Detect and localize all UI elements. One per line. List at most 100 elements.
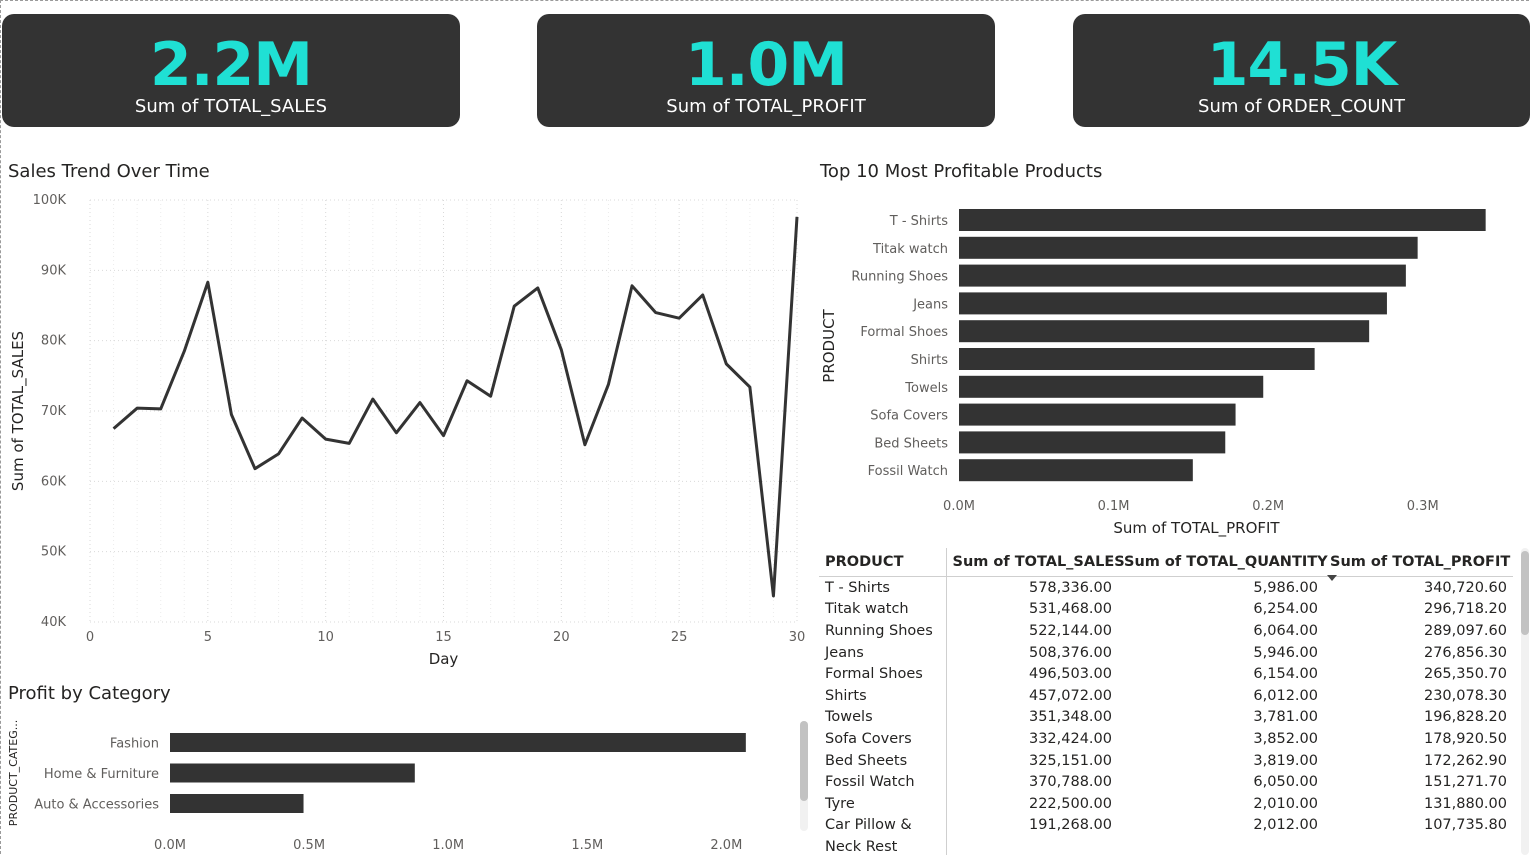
table-row[interactable]: Jeans 508,376.00 5,946.00 276,856.30 — [819, 641, 1513, 664]
column-header-total-quantity[interactable]: Sum of TOTAL_QUANTITY — [1118, 548, 1328, 577]
y-tick-label: 70K — [41, 404, 67, 419]
category-label: Jeans — [912, 297, 948, 312]
table-row[interactable]: Bed Sheets 325,151.00 3,819.00 172,262.90 — [819, 749, 1513, 772]
profit-by-category-bar-chart[interactable]: Fashion Home & Furniture Auto & Accessorie… — [0, 705, 800, 855]
table-cell-value: 131,880.00 — [1423, 795, 1507, 812]
table-row[interactable]: Fossil Watch 370,788.00 6,050.00 151,271.70 — [819, 771, 1513, 793]
table-header-row: PRODUCT Sum of TOTAL_SALES Sum of TOTAL_… — [819, 548, 1513, 581]
table-cell-value: 5,946.00 — [1253, 644, 1318, 661]
table-cell-value: 370,788.00 — [1028, 774, 1112, 791]
table-cell-value: 457,072.00 — [1028, 687, 1112, 704]
column-header-total-profit[interactable]: Sum of TOTAL_PROFIT — [1324, 548, 1513, 581]
bar — [959, 320, 1370, 343]
kpi-card-total-sales[interactable]: 2.2M Sum of TOTAL_SALES — [2, 14, 460, 127]
x-tick-label: 0.0M — [943, 499, 975, 514]
table-cell-value: 6,064.00 — [1253, 622, 1318, 639]
x-tick-label: 30 — [789, 630, 806, 645]
x-tick-label: 5 — [204, 630, 212, 645]
bar — [170, 733, 746, 752]
bar — [959, 403, 1236, 426]
table-cell-value: 265,350.70 — [1423, 666, 1507, 683]
table-cell-value: 3,781.00 — [1253, 709, 1318, 726]
table-cell-product: Titak watch — [819, 598, 947, 621]
table-cell-value: 6,254.00 — [1253, 601, 1318, 618]
table-row[interactable]: Car Pillow & 191,268.00 2,012.00 107,735.80 — [819, 814, 1513, 837]
kpi-label: Sum of TOTAL_PROFIT — [666, 96, 866, 117]
bar — [959, 459, 1193, 482]
y-tick-label: 40K — [41, 615, 67, 630]
table-cell-value: 2,010.00 — [1253, 795, 1318, 812]
table-cell-product: Bed Sheets — [819, 749, 947, 772]
table-row[interactable]: Formal Shoes 496,503.00 6,154.00 265,350.70 — [819, 663, 1513, 685]
x-tick-label: 1.0M — [432, 838, 464, 853]
category-chart-scrollbar-thumb[interactable] — [800, 721, 808, 801]
table-cell-product: Tyre — [819, 792, 947, 815]
table-cell-value: 6,050.00 — [1253, 774, 1318, 791]
table-cell-value: 522,144.00 — [1028, 622, 1112, 639]
bar — [170, 763, 415, 783]
table-cell-value — [1324, 836, 1513, 855]
x-tick-label: 0.3M — [1407, 499, 1439, 514]
kpi-card-order-count[interactable]: 14.5K Sum of ORDER_COUNT — [1073, 14, 1530, 127]
table-row[interactable]: T - Shirts 578,336.00 5,986.00 340,720.60 — [819, 576, 1513, 599]
table-cell-product: Jeans — [819, 641, 947, 664]
table-cell-value: 325,151.00 — [1028, 752, 1112, 769]
category-label: Bed Sheets — [874, 436, 948, 451]
table-cell-product: Formal Shoes — [819, 663, 947, 685]
bar — [959, 236, 1418, 259]
table-row[interactable]: Towels 351,348.00 3,781.00 196,828.20 — [819, 706, 1513, 729]
category-label: T - Shirts — [889, 214, 948, 229]
table-row[interactable]: Sofa Covers 332,424.00 3,852.00 178,920.50 — [819, 728, 1513, 750]
category-label: Sofa Covers — [870, 409, 948, 424]
x-tick-label: 2.0M — [710, 838, 742, 853]
table-cell-value: 151,271.70 — [1423, 774, 1507, 791]
x-tick-label: 0.0M — [154, 838, 186, 853]
y-tick-label: 80K — [41, 334, 67, 349]
table-cell-value: 2,012.00 — [1253, 817, 1318, 834]
y-axis-label: PRODUCT_CATEG... — [7, 720, 20, 826]
sales-trend-series-line — [112, 216, 799, 598]
table-cell-value: 578,336.00 — [1028, 579, 1112, 596]
y-tick-label: 50K — [41, 545, 67, 560]
bar — [959, 209, 1486, 231]
category-label: Home & Furniture — [44, 767, 159, 782]
table-cell-product: T - Shirts — [819, 576, 947, 599]
table-cell-value: 340,720.60 — [1423, 579, 1507, 596]
table-cell-value: 5,986.00 — [1253, 579, 1318, 596]
x-tick-label: 0.1M — [1098, 499, 1130, 514]
table-cell-product: Fossil Watch — [819, 771, 947, 793]
column-header-product[interactable]: PRODUCT — [819, 548, 947, 577]
table-cell-product: Car Pillow & — [819, 814, 947, 837]
table-cell-value: 191,268.00 — [1028, 817, 1112, 834]
category-label: Formal Shoes — [860, 325, 948, 340]
column-header-total-sales[interactable]: Sum of TOTAL_SALES — [946, 548, 1125, 577]
table-row[interactable]: Shirts 457,072.00 6,012.00 230,078.30 — [819, 684, 1513, 707]
kpi-card-total-profit[interactable]: 1.0M Sum of TOTAL_PROFIT — [537, 14, 995, 127]
table-row[interactable]: Tyre 222,500.00 2,010.00 131,880.00 — [819, 792, 1513, 815]
bar — [959, 431, 1226, 454]
y-tick-label: 90K — [41, 263, 67, 278]
table-cell-product: Running Shoes — [819, 620, 947, 642]
table-cell-value: 332,424.00 — [1028, 730, 1112, 747]
table-cell-value: 6,012.00 — [1253, 687, 1318, 704]
kpi-label: Sum of TOTAL_SALES — [134, 96, 328, 117]
table-row[interactable]: Running Shoes 522,144.00 6,064.00 289,097.6… — [819, 620, 1513, 642]
kpi-value: 2.2M — [150, 30, 313, 100]
table-cell-value — [946, 836, 1118, 855]
sort-descending-icon[interactable] — [1327, 575, 1337, 581]
x-tick-label: 0.2M — [1252, 499, 1284, 514]
kpi-value: 14.5K — [1206, 30, 1398, 100]
table-cell-value: 508,376.00 — [1028, 644, 1112, 661]
products-table: PRODUCT Sum of TOTAL_SALES Sum of TOTAL_… — [819, 548, 1513, 855]
x-tick-label: 0.5M — [293, 838, 325, 853]
table-cell-value — [1118, 836, 1324, 855]
table-cell-value: 296,718.20 — [1423, 601, 1507, 618]
category-label: Fashion — [110, 737, 159, 752]
table-cell-value: 531,468.00 — [1028, 601, 1112, 618]
table-row[interactable]: Neck Rest — [819, 836, 1513, 855]
table-scrollbar-thumb[interactable] — [1521, 551, 1529, 635]
top-products-bar-chart[interactable]: T - Shirts Titak watch Running Shoes Jeans F… — [810, 150, 1520, 550]
x-tick-label: 20 — [553, 630, 570, 645]
sales-trend-line-chart[interactable]: 40K 50K 60K 70K 80K 90K 100K 0 5 10 15 20 25 30 Day Sum… — [0, 150, 810, 670]
table-row[interactable]: Titak watch 531,468.00 6,254.00 296,718.20 — [819, 598, 1513, 621]
